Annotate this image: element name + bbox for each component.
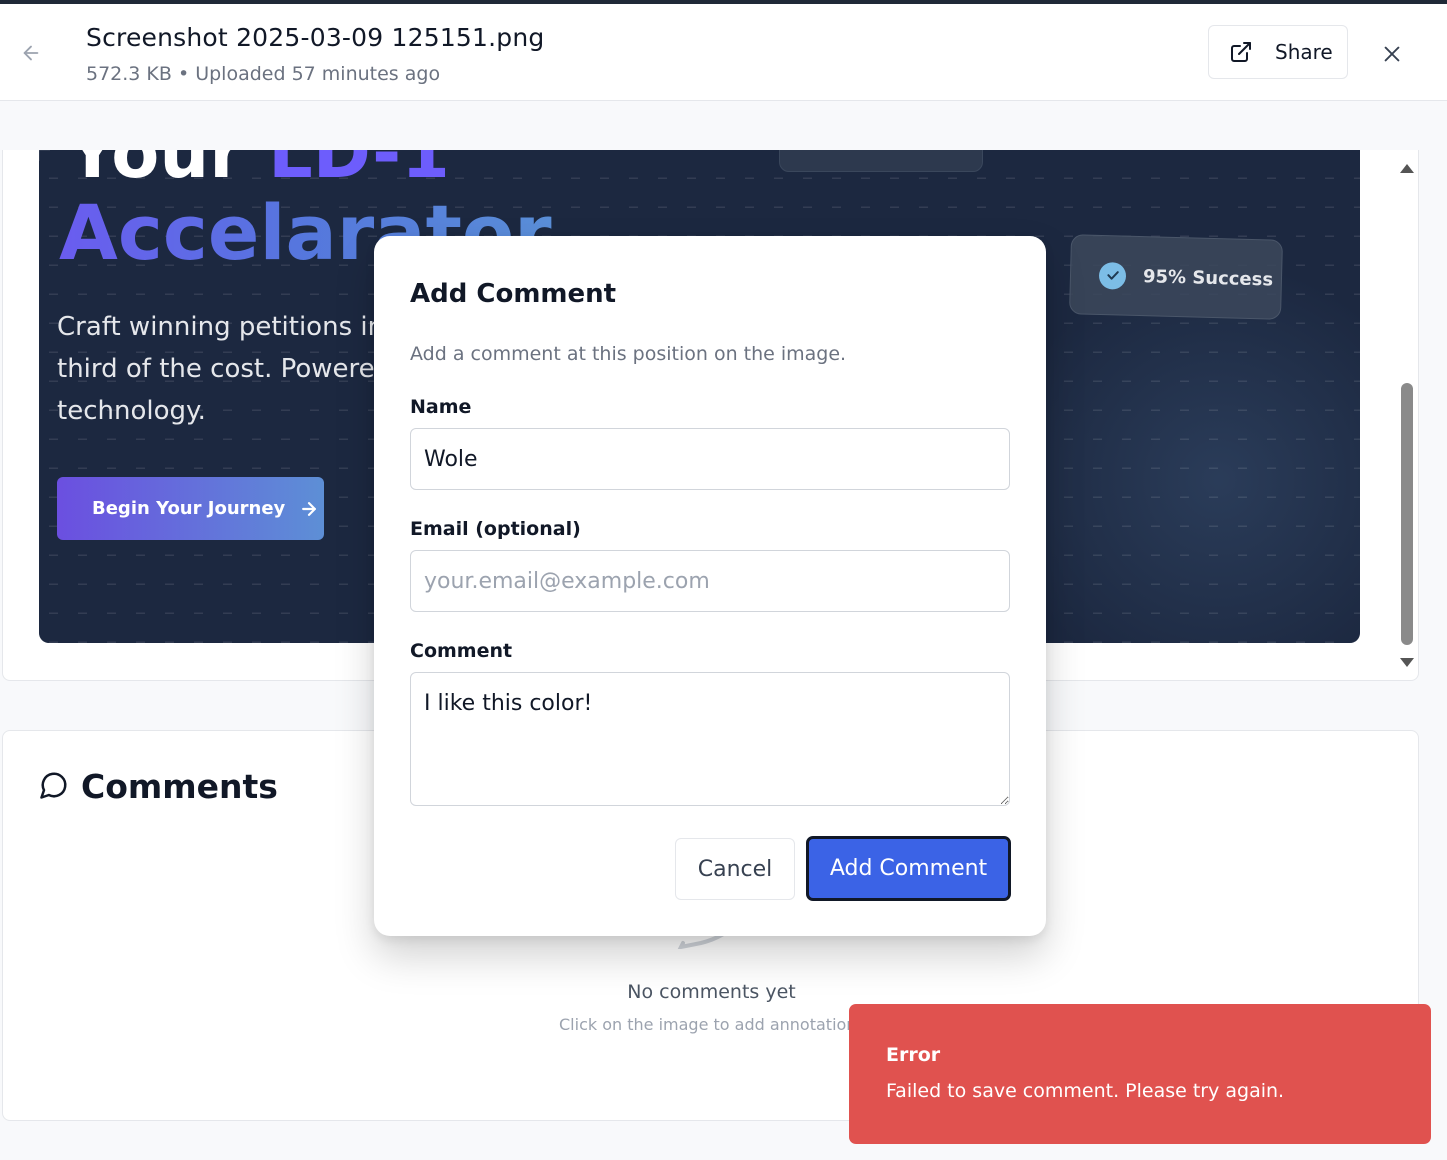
message-circle-icon bbox=[39, 770, 69, 804]
name-label: Name bbox=[410, 396, 472, 418]
empty-comments-hint: Click on the image to add annotations bbox=[559, 1015, 865, 1034]
email-input[interactable] bbox=[410, 550, 1010, 612]
share-button[interactable]: Share bbox=[1208, 25, 1348, 79]
toast-title: Error bbox=[886, 1044, 941, 1066]
error-toast[interactable]: Error Failed to save comment. Please try… bbox=[849, 1004, 1431, 1144]
dialog-description: Add a comment at this position on the im… bbox=[410, 343, 847, 365]
email-label: Email (optional) bbox=[410, 518, 581, 540]
toast-message: Failed to save comment. Please try again… bbox=[886, 1080, 1285, 1102]
arrow-left-icon bbox=[23, 45, 39, 61]
cancel-button[interactable]: Cancel bbox=[675, 838, 795, 900]
comments-title: Comments bbox=[81, 767, 278, 806]
add-comment-dialog: Add Comment Add a comment at this positi… bbox=[374, 236, 1046, 936]
empty-comments-title: No comments yet bbox=[627, 981, 796, 1003]
preview-cta-button: Begin Your Journey bbox=[57, 477, 324, 540]
success-badge-label: 95% Success bbox=[1142, 265, 1274, 291]
share-label: Share bbox=[1275, 40, 1333, 64]
file-name: Screenshot 2025-03-09 125151.png bbox=[86, 23, 545, 52]
scroll-down-arrow-icon[interactable] bbox=[1400, 658, 1414, 667]
scrollbar-thumb[interactable] bbox=[1401, 383, 1413, 645]
preview-top-pill bbox=[779, 150, 983, 172]
preview-cta-label: Begin Your Journey bbox=[92, 498, 286, 519]
scroll-up-arrow-icon[interactable] bbox=[1400, 164, 1414, 173]
comment-label: Comment bbox=[410, 640, 513, 662]
file-meta: 572.3 KB • Uploaded 57 minutes ago bbox=[86, 63, 441, 85]
check-circle-icon bbox=[1098, 261, 1127, 290]
close-button[interactable] bbox=[1378, 40, 1406, 68]
add-comment-button[interactable]: Add Comment bbox=[806, 836, 1011, 901]
external-link-icon bbox=[1231, 42, 1251, 62]
back-button[interactable] bbox=[16, 38, 46, 68]
viewer-header: Screenshot 2025-03-09 125151.png 572.3 K… bbox=[0, 4, 1447, 101]
name-input[interactable] bbox=[410, 428, 1010, 490]
arrow-right-icon bbox=[302, 501, 317, 516]
preview-success-badge: 95% Success bbox=[1068, 234, 1284, 320]
close-icon bbox=[1384, 46, 1400, 62]
comment-textarea[interactable]: I like this color! bbox=[410, 672, 1010, 806]
dialog-title: Add Comment bbox=[410, 279, 617, 309]
